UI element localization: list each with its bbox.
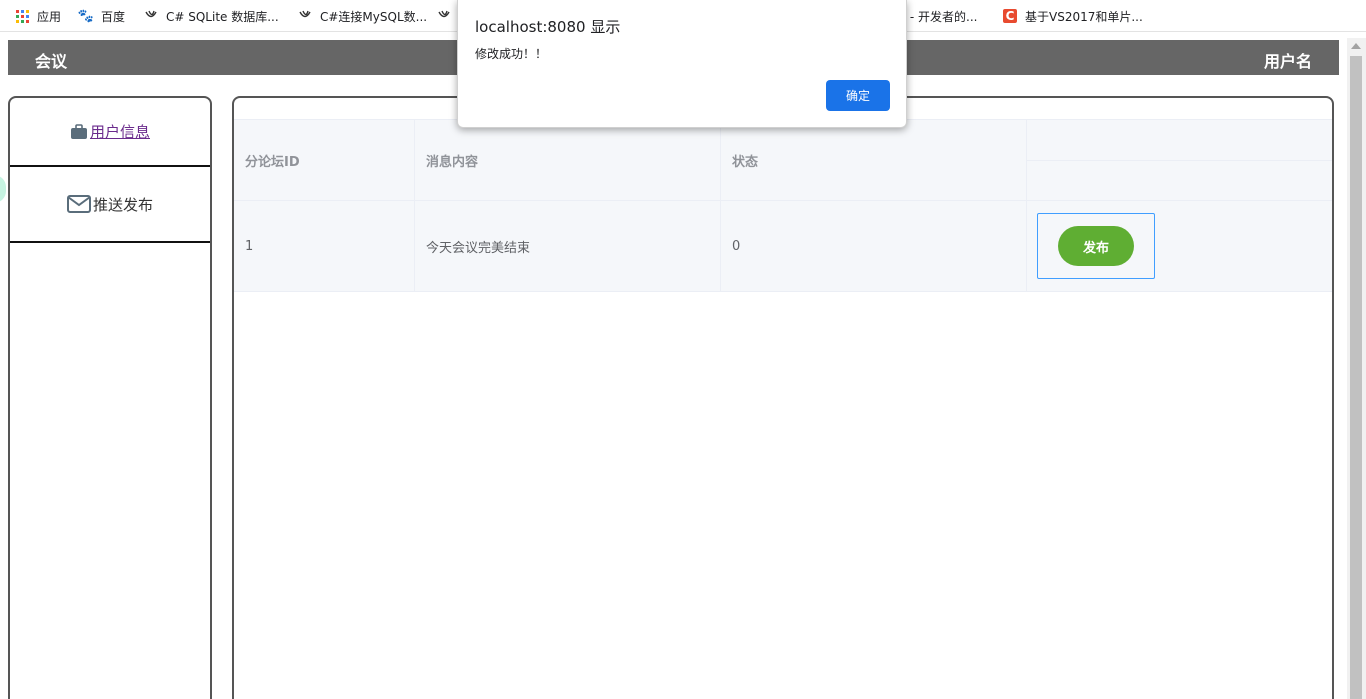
table-row: 1 今天会议完美结束 0 发布 bbox=[234, 201, 1332, 292]
bookmark-baidu[interactable]: 🐾 百度 bbox=[77, 7, 126, 25]
cell-action: 发布 bbox=[1027, 201, 1332, 291]
bookmark-vs2017[interactable]: C 基于VS2017和单片... bbox=[1003, 7, 1143, 25]
bookmark-mysql[interactable]: C#连接MySQL数... bbox=[298, 7, 427, 25]
sidebar-item-label[interactable]: 用户信息 bbox=[90, 121, 150, 142]
bookmark-label: 百度 bbox=[101, 9, 126, 24]
main-panel: 分论坛ID 消息内容 状态 1 今天会议完美结束 0 发布 bbox=[232, 96, 1334, 699]
swirl-icon bbox=[298, 9, 312, 23]
bookmark-label: 基于VS2017和单片... bbox=[1025, 9, 1143, 24]
dialog-ok-button[interactable]: 确定 bbox=[826, 80, 890, 111]
briefcase-icon bbox=[70, 123, 88, 140]
baidu-icon: 🐾 bbox=[77, 8, 95, 24]
cell-content: 今天会议完美结束 bbox=[415, 201, 721, 291]
bookmark-label: C#连接MySQL数... bbox=[320, 9, 428, 24]
bookmark-dev[interactable]: | - 开发者的... bbox=[902, 7, 977, 25]
cell-status: 0 bbox=[721, 201, 1027, 291]
brand-title: 会议 bbox=[35, 52, 68, 71]
dialog-title: localhost:8080 显示 bbox=[475, 18, 621, 36]
column-header-content: 消息内容 bbox=[415, 120, 721, 200]
data-table: 分论坛ID 消息内容 状态 1 今天会议完美结束 0 发布 bbox=[234, 119, 1332, 292]
swirl-icon bbox=[144, 9, 158, 23]
header-subrow bbox=[1027, 120, 1332, 161]
bookmark-apps[interactable]: 应用 bbox=[15, 7, 61, 25]
sidebar-item-user-info[interactable]: 用户信息 bbox=[10, 98, 210, 167]
bookmark-label: 应用 bbox=[37, 9, 62, 24]
envelope-icon bbox=[66, 195, 91, 213]
scrollbar-thumb[interactable] bbox=[1350, 56, 1362, 699]
csdn-icon: C bbox=[1003, 9, 1017, 23]
sidebar-item-label: 推送发布 bbox=[92, 195, 153, 214]
sidebar: 用户信息 推送发布 bbox=[8, 96, 212, 699]
alert-dialog: localhost:8080 显示 修改成功！！ 确定 bbox=[457, 0, 907, 128]
swirl-icon bbox=[437, 9, 451, 23]
column-header-status: 状态 bbox=[721, 120, 1027, 200]
floating-tab[interactable] bbox=[0, 175, 6, 203]
apps-grid-icon bbox=[15, 9, 29, 23]
bookmark-hidden[interactable] bbox=[437, 7, 459, 25]
cell-id: 1 bbox=[234, 201, 415, 291]
dialog-message: 修改成功！！ bbox=[475, 47, 548, 61]
username[interactable]: 用户名 bbox=[1264, 48, 1312, 72]
publish-button[interactable]: 发布 bbox=[1058, 226, 1134, 266]
publish-button-wrapper: 发布 bbox=[1037, 213, 1155, 279]
bookmark-sqlite[interactable]: C# SQLite 数据库... bbox=[144, 7, 279, 25]
scroll-up-arrow-icon[interactable] bbox=[1351, 43, 1361, 49]
bookmark-label: C# SQLite 数据库... bbox=[166, 9, 279, 24]
bookmark-label: | - 开发者的... bbox=[902, 9, 978, 24]
sidebar-item-push-publish[interactable]: 推送发布 bbox=[10, 167, 210, 243]
column-header-action bbox=[1027, 120, 1332, 200]
column-header-id: 分论坛ID bbox=[234, 120, 415, 200]
table-header: 分论坛ID 消息内容 状态 bbox=[234, 119, 1332, 201]
